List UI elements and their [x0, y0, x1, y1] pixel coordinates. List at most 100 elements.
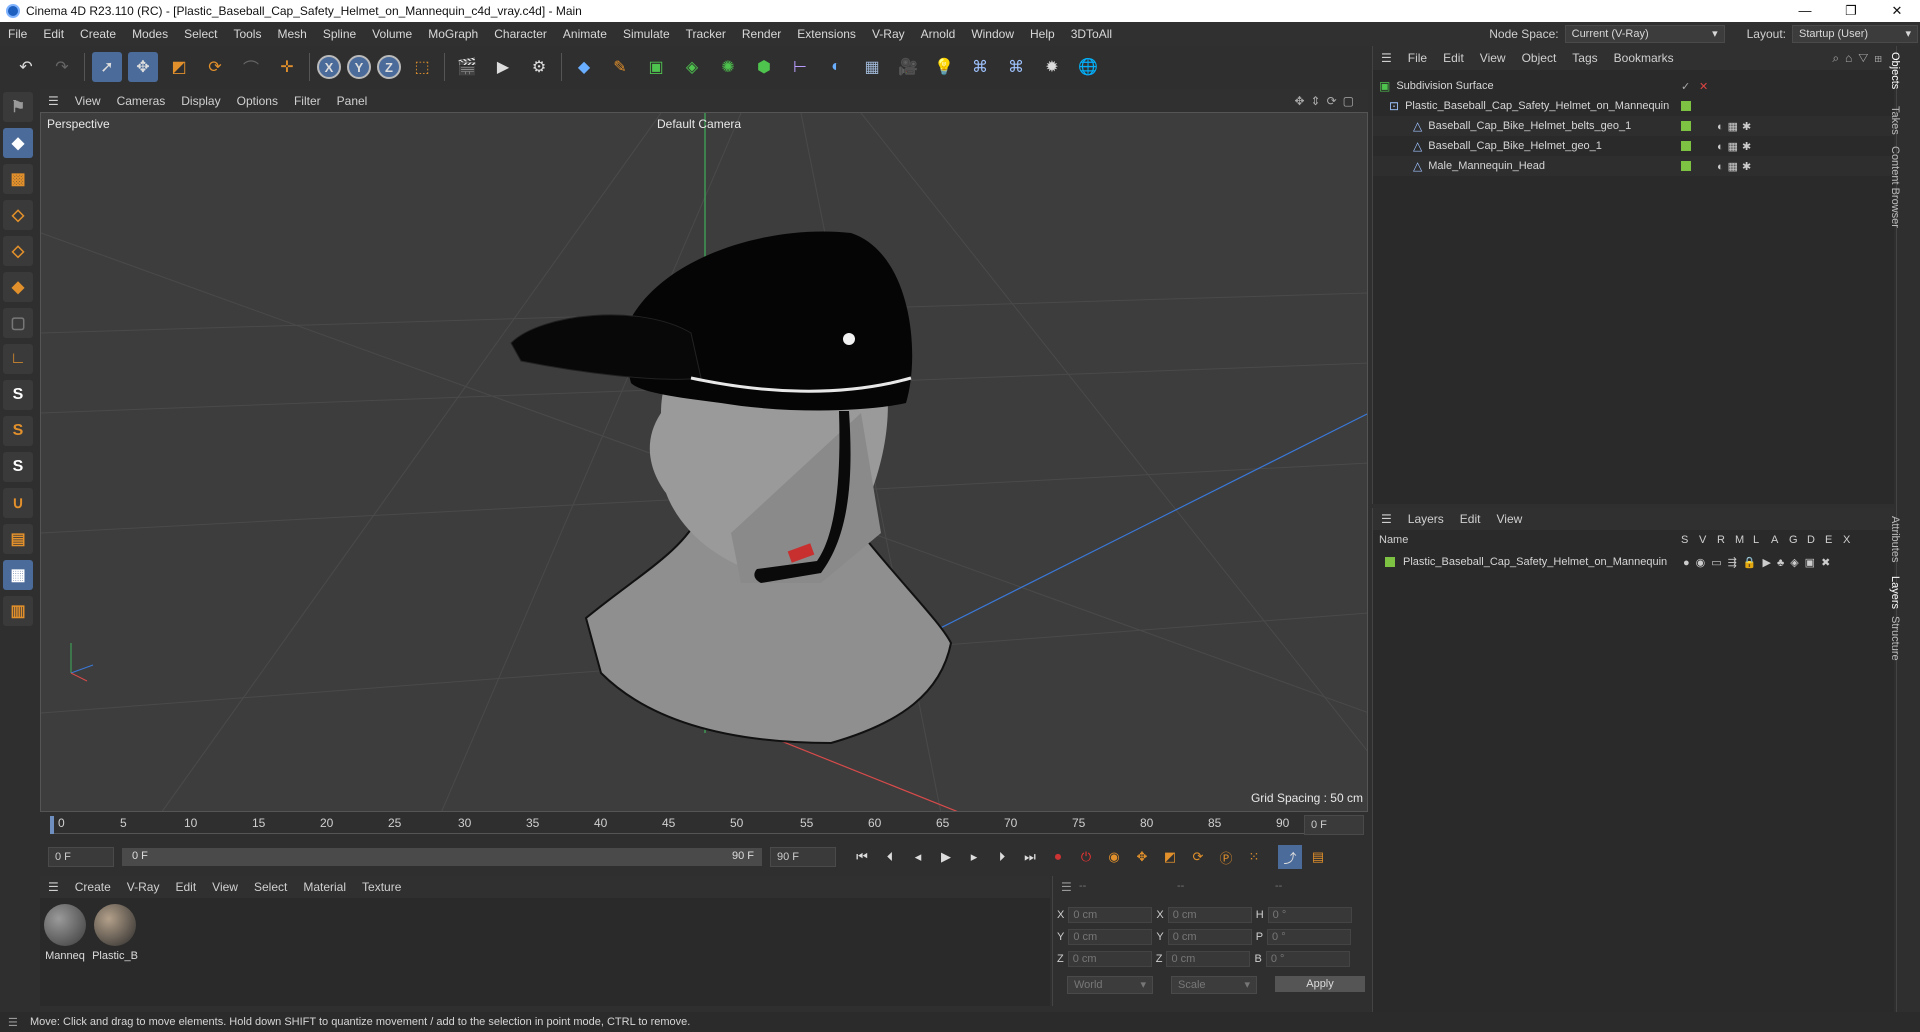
extrude-generator-icon[interactable]: ◈ [677, 52, 707, 82]
material-tag-icon[interactable]: ◐▦✱ [1717, 160, 1755, 173]
objects-menu-file[interactable]: File [1400, 51, 1435, 65]
menu-vray[interactable]: V-Ray [864, 22, 913, 46]
workplane-icon[interactable]: ▤ [3, 524, 33, 554]
object-row[interactable]: △ Baseball_Cap_Bike_Helmet_geo_1 ◐▦✱ [1373, 136, 1895, 156]
menu-tools[interactable]: Tools [225, 22, 269, 46]
rotation-b-field[interactable]: 0 ° [1265, 951, 1350, 967]
previous-key-icon[interactable]: ⏴ [878, 845, 902, 869]
parameter-key-icon[interactable]: Ⓟ [1214, 845, 1238, 869]
position-key-icon[interactable]: ✥ [1130, 845, 1154, 869]
material-menu-texture[interactable]: Texture [354, 880, 409, 894]
recent-tool-icon[interactable]: ⌒ [236, 52, 266, 82]
column-visible[interactable]: V [1699, 534, 1706, 546]
tab-attributes[interactable]: Attributes [1889, 516, 1901, 562]
material-menu-view[interactable]: View [204, 880, 246, 894]
objects-menu-object[interactable]: Object [1514, 51, 1565, 65]
object-row[interactable]: △ Male_Mannequin_Head ◐▦✱ [1373, 156, 1895, 176]
search-icon[interactable]: ⌕⌂▽⊞ [1832, 51, 1888, 66]
redo-icon[interactable]: ↷ [47, 52, 77, 82]
transform-tool-icon[interactable]: ✛ [272, 52, 302, 82]
tab-content-browser[interactable]: Content Browser [1889, 146, 1901, 228]
tab-layers[interactable]: Layers [1889, 576, 1901, 609]
apply-button[interactable]: Apply [1275, 976, 1365, 992]
layer-row[interactable]: Plastic_Baseball_Cap_Safety_Helmet_on_Ma… [1373, 552, 1895, 572]
position-x-field[interactable]: 0 cm [1068, 907, 1153, 923]
objects-menu-edit[interactable]: Edit [1435, 51, 1472, 65]
viewport-camera-name[interactable]: Default Camera [657, 117, 741, 131]
autokey-icon[interactable]: ⏻ [1074, 845, 1098, 869]
snap-workplane-icon[interactable]: S [3, 452, 33, 482]
next-key-icon[interactable]: ⏵ [990, 845, 1014, 869]
menu-modes[interactable]: Modes [124, 22, 176, 46]
column-animation[interactable]: A [1771, 534, 1778, 546]
material-tag-icon[interactable]: ◐▦✱ [1717, 140, 1755, 153]
column-manager[interactable]: M [1735, 534, 1744, 546]
polygon-mode-icon[interactable]: ◆ [3, 272, 33, 302]
mograph-icon[interactable]: ⬢ [749, 52, 779, 82]
viewport-menu-filter[interactable]: Filter [286, 94, 329, 108]
position-z-field[interactable]: 0 cm [1067, 951, 1152, 967]
layers-menu-edit[interactable]: Edit [1452, 512, 1489, 526]
maximize-button[interactable]: ❐ [1828, 0, 1874, 22]
menu-simulate[interactable]: Simulate [615, 22, 678, 46]
render-settings-icon[interactable]: ⚙ [524, 52, 554, 82]
x-axis-lock-icon[interactable]: X [317, 55, 341, 79]
record-icon[interactable]: ⏺ [1046, 845, 1070, 869]
playhead[interactable] [50, 816, 54, 834]
previous-frame-icon[interactable]: ◂ [906, 845, 930, 869]
menu-character[interactable]: Character [486, 22, 555, 46]
point-mode-icon[interactable]: ◇ [3, 200, 33, 230]
current-frame-field[interactable]: 0 F [1304, 815, 1364, 835]
menu-mograph[interactable]: MoGraph [420, 22, 486, 46]
pen-spline-icon[interactable]: ✎ [605, 52, 635, 82]
next-frame-icon[interactable]: ▸ [962, 845, 986, 869]
cube-icon[interactable]: ◆ [569, 52, 599, 82]
gear-icon[interactable]: ✹ [1037, 52, 1067, 82]
rotation-h-field[interactable]: 0 ° [1267, 907, 1352, 923]
globe-icon[interactable]: 🌐 [1073, 52, 1103, 82]
close-button[interactable]: ✕ [1874, 0, 1920, 22]
object-row[interactable]: ▣ Subdivision Surface ✓ ✕ [1373, 76, 1895, 96]
material-menu-vray[interactable]: V-Ray [119, 880, 168, 894]
frame-range-slider[interactable]: 0 F 90 F [122, 848, 762, 866]
scale-key-icon[interactable]: ◩ [1158, 845, 1182, 869]
material-swatch[interactable]: Manneq [42, 904, 88, 962]
material-menu-edit[interactable]: Edit [167, 880, 204, 894]
cloner-icon[interactable]: ✺ [713, 52, 743, 82]
edge-mode-icon[interactable]: ◇ [3, 236, 33, 266]
subdivision-generator-icon[interactable]: ▣ [641, 52, 671, 82]
tab-objects[interactable]: Objects [1889, 52, 1901, 89]
go-to-start-icon[interactable]: ⏮ [850, 845, 874, 869]
rotate-tool-icon[interactable]: ⟳ [200, 52, 230, 82]
snap-icon[interactable]: S [3, 380, 33, 410]
render-view-icon[interactable]: 🎬 [452, 52, 482, 82]
column-deformers[interactable]: D [1807, 534, 1815, 546]
layers-menu-layers[interactable]: Layers [1400, 512, 1452, 526]
column-solo[interactable]: S [1681, 534, 1688, 546]
locked-workplane-icon[interactable]: ▦ [3, 560, 33, 590]
menu-arnold[interactable]: Arnold [913, 22, 964, 46]
keyframe-selection-icon[interactable]: ◉ [1102, 845, 1126, 869]
size-mode-select[interactable]: Scale ▾ [1171, 976, 1257, 994]
visibility-dot[interactable] [1681, 141, 1691, 151]
menu-animate[interactable]: Animate [555, 22, 615, 46]
layer-flags-icons[interactable]: ●◉▭⇶🔒▶♣◈▣✖ [1683, 556, 1836, 569]
snap-settings-icon[interactable]: S [3, 416, 33, 446]
viewport-menu-options[interactable]: Options [229, 94, 286, 108]
play-icon[interactable]: ▶ [934, 845, 958, 869]
material-swatch[interactable]: Plastic_B [92, 904, 138, 962]
python-generator-icon[interactable]: ⌘ [1001, 52, 1031, 82]
viewport-menu-view[interactable]: View [67, 94, 109, 108]
viewport-nav-icons[interactable]: ✥⇕⟳▢ [1294, 94, 1360, 108]
visibility-dot[interactable] [1681, 161, 1691, 171]
timeline-window-icon[interactable]: ▤ [1306, 845, 1330, 869]
move-tool-icon[interactable]: ✥ [128, 52, 158, 82]
viewport-menu-cameras[interactable]: Cameras [109, 94, 174, 108]
disable-icon[interactable]: ✕ [1699, 80, 1708, 93]
menu-3dtoall[interactable]: 3DToAll [1063, 22, 1120, 46]
minimize-button[interactable]: — [1782, 0, 1828, 22]
menu-tracker[interactable]: Tracker [678, 22, 734, 46]
menu-render[interactable]: Render [734, 22, 789, 46]
column-expressions[interactable]: E [1825, 534, 1832, 546]
visibility-dot[interactable] [1681, 101, 1691, 111]
